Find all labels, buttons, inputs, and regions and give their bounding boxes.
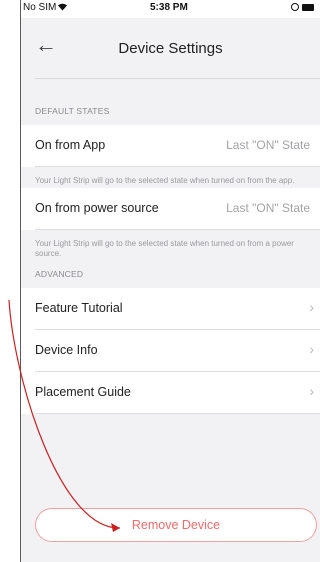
on-from-app-note: Your Light Strip will go to the selected… (35, 176, 295, 185)
remove-device-button[interactable]: Remove Device (35, 508, 317, 542)
divider (35, 166, 320, 167)
feature-tutorial-row[interactable]: Feature Tutorial › (21, 288, 320, 330)
chevron-right-icon: › (309, 383, 314, 399)
left-panel-edge (0, 0, 21, 562)
on-from-app-label: On from App (35, 138, 106, 152)
phone-screen: No SIM 5:38 PM ← Device Settings DEFAULT… (21, 0, 320, 562)
on-from-app-value: Last "ON" State (226, 138, 310, 152)
chevron-right-icon: › (309, 341, 314, 357)
wifi-icon (57, 2, 68, 14)
page-title: Device Settings (118, 40, 223, 57)
nav-bar: ← Device Settings (21, 18, 320, 78)
on-from-power-note: Your Light Strip will go to the selected… (35, 239, 294, 258)
chevron-right-icon: › (309, 299, 314, 315)
on-from-power-row[interactable]: On from power source Last "ON" State (21, 188, 320, 230)
on-from-power-value: Last "ON" State (226, 201, 310, 215)
status-bar: No SIM 5:38 PM (21, 0, 320, 18)
placement-guide-row[interactable]: Placement Guide › (21, 372, 320, 414)
feature-tutorial-label: Feature Tutorial (35, 301, 123, 315)
on-from-app-row[interactable]: On from App Last "ON" State (21, 125, 320, 167)
divider (35, 229, 320, 230)
status-indicators (291, 3, 314, 11)
on-from-power-label: On from power source (35, 201, 159, 215)
section-header-default-states: DEFAULT STATES (35, 106, 110, 116)
device-info-label: Device Info (35, 343, 98, 357)
carrier-label: No SIM (23, 2, 57, 13)
orientation-lock-icon (291, 3, 299, 11)
device-info-row[interactable]: Device Info › (21, 330, 320, 372)
divider (35, 413, 320, 414)
status-time: 5:38 PM (150, 2, 188, 13)
placement-guide-label: Placement Guide (35, 385, 131, 399)
section-header-advanced: ADVANCED (35, 269, 84, 279)
remove-device-label: Remove Device (131, 518, 221, 532)
battery-icon (302, 3, 314, 11)
divider (35, 78, 320, 79)
